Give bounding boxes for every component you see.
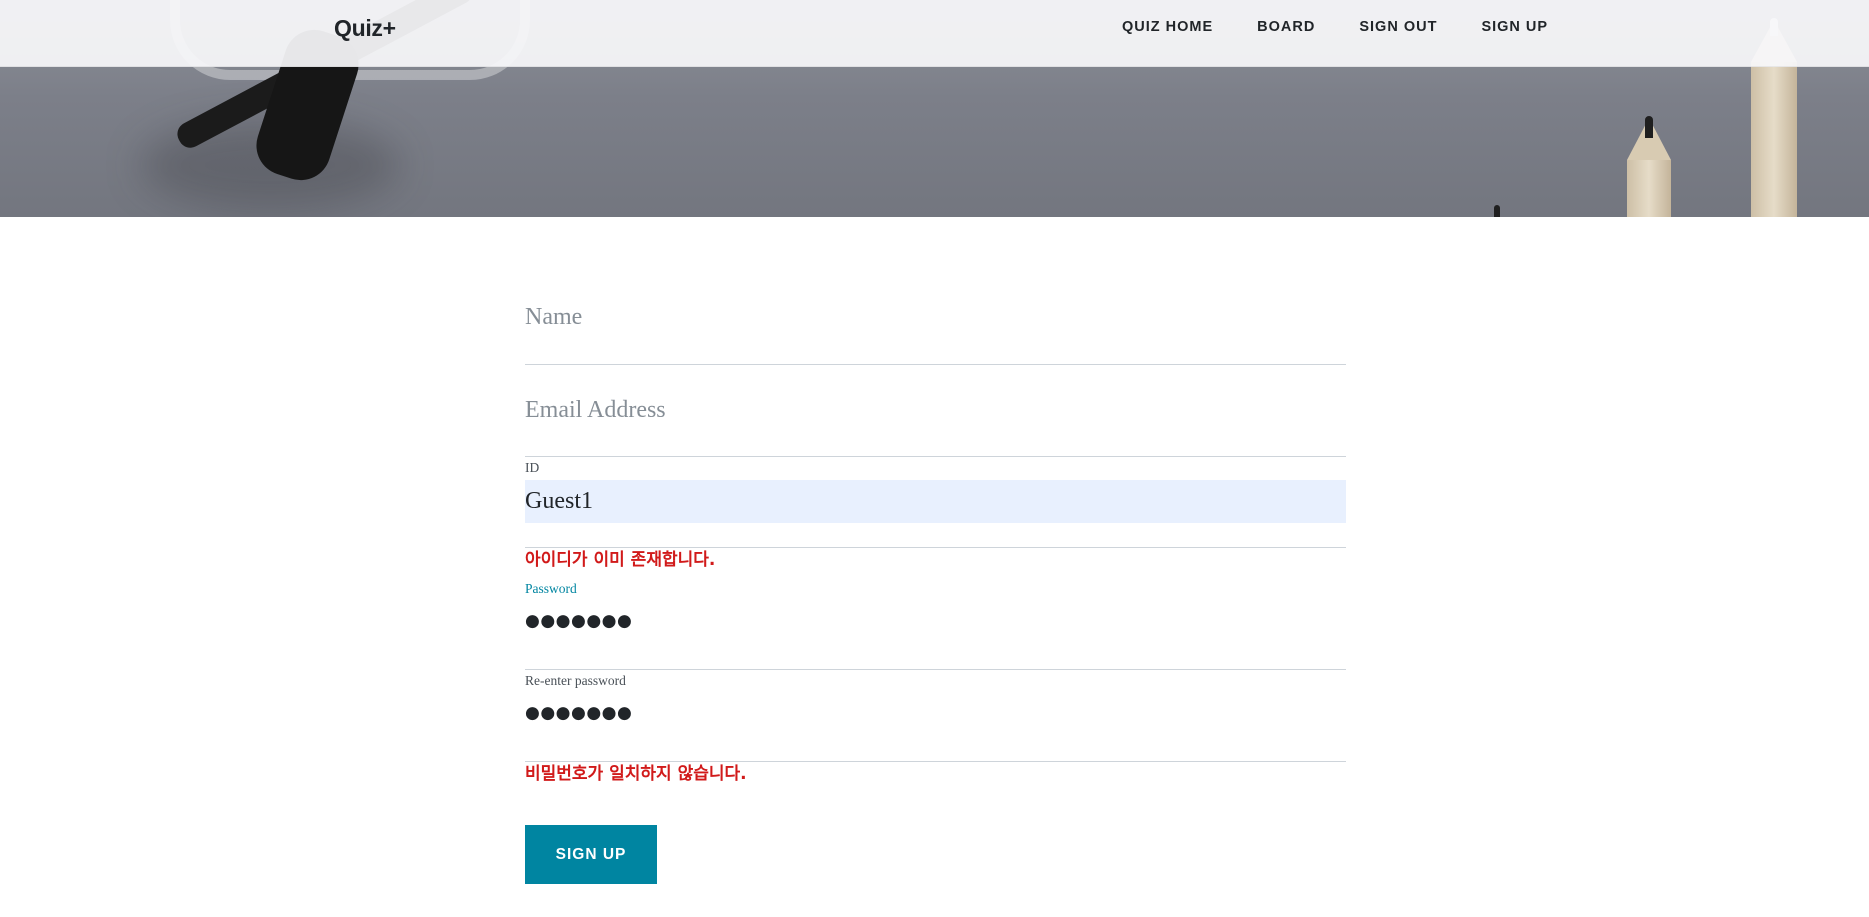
password-confirm-input[interactable]: ●●●●●●● <box>525 703 632 723</box>
email-input[interactable]: Email Address <box>525 397 666 424</box>
password-input[interactable]: ●●●●●●● <box>525 611 632 631</box>
id-label: ID <box>525 460 540 475</box>
navbar: Quiz+ QUIZ HOME BOARD SIGN OUT SIGN UP <box>0 0 1869 67</box>
nav-sign-out[interactable]: SIGN OUT <box>1359 19 1437 35</box>
id-input[interactable]: Guest1 <box>525 480 1346 523</box>
brand-logo[interactable]: Quiz+ <box>334 15 396 42</box>
password-error-message: 비밀번호가 일치하지 않습니다. <box>525 764 747 784</box>
header-hero: Quiz+ QUIZ HOME BOARD SIGN OUT SIGN UP <box>0 0 1869 217</box>
id-field[interactable]: ID Guest1 <box>525 457 1346 548</box>
nav-sign-up[interactable]: SIGN UP <box>1481 19 1548 35</box>
nav-board[interactable]: BOARD <box>1257 19 1315 35</box>
name-field[interactable]: Name <box>525 290 1346 365</box>
name-input[interactable]: Name <box>525 304 582 331</box>
password-confirm-label: Re-enter password <box>525 673 626 688</box>
password-confirm-field[interactable]: Re-enter password ●●●●●●● <box>525 670 1346 762</box>
nav-quiz-home[interactable]: QUIZ HOME <box>1122 19 1213 35</box>
email-field[interactable]: Email Address <box>525 365 1346 457</box>
sign-up-button[interactable]: SIGN UP <box>525 825 657 884</box>
password-field[interactable]: Password ●●●●●●● <box>525 578 1346 670</box>
password-label: Password <box>525 581 577 596</box>
nav-links: QUIZ HOME BOARD SIGN OUT SIGN UP <box>1100 19 1570 35</box>
id-error-message: 아이디가 이미 존재합니다. <box>525 550 716 570</box>
